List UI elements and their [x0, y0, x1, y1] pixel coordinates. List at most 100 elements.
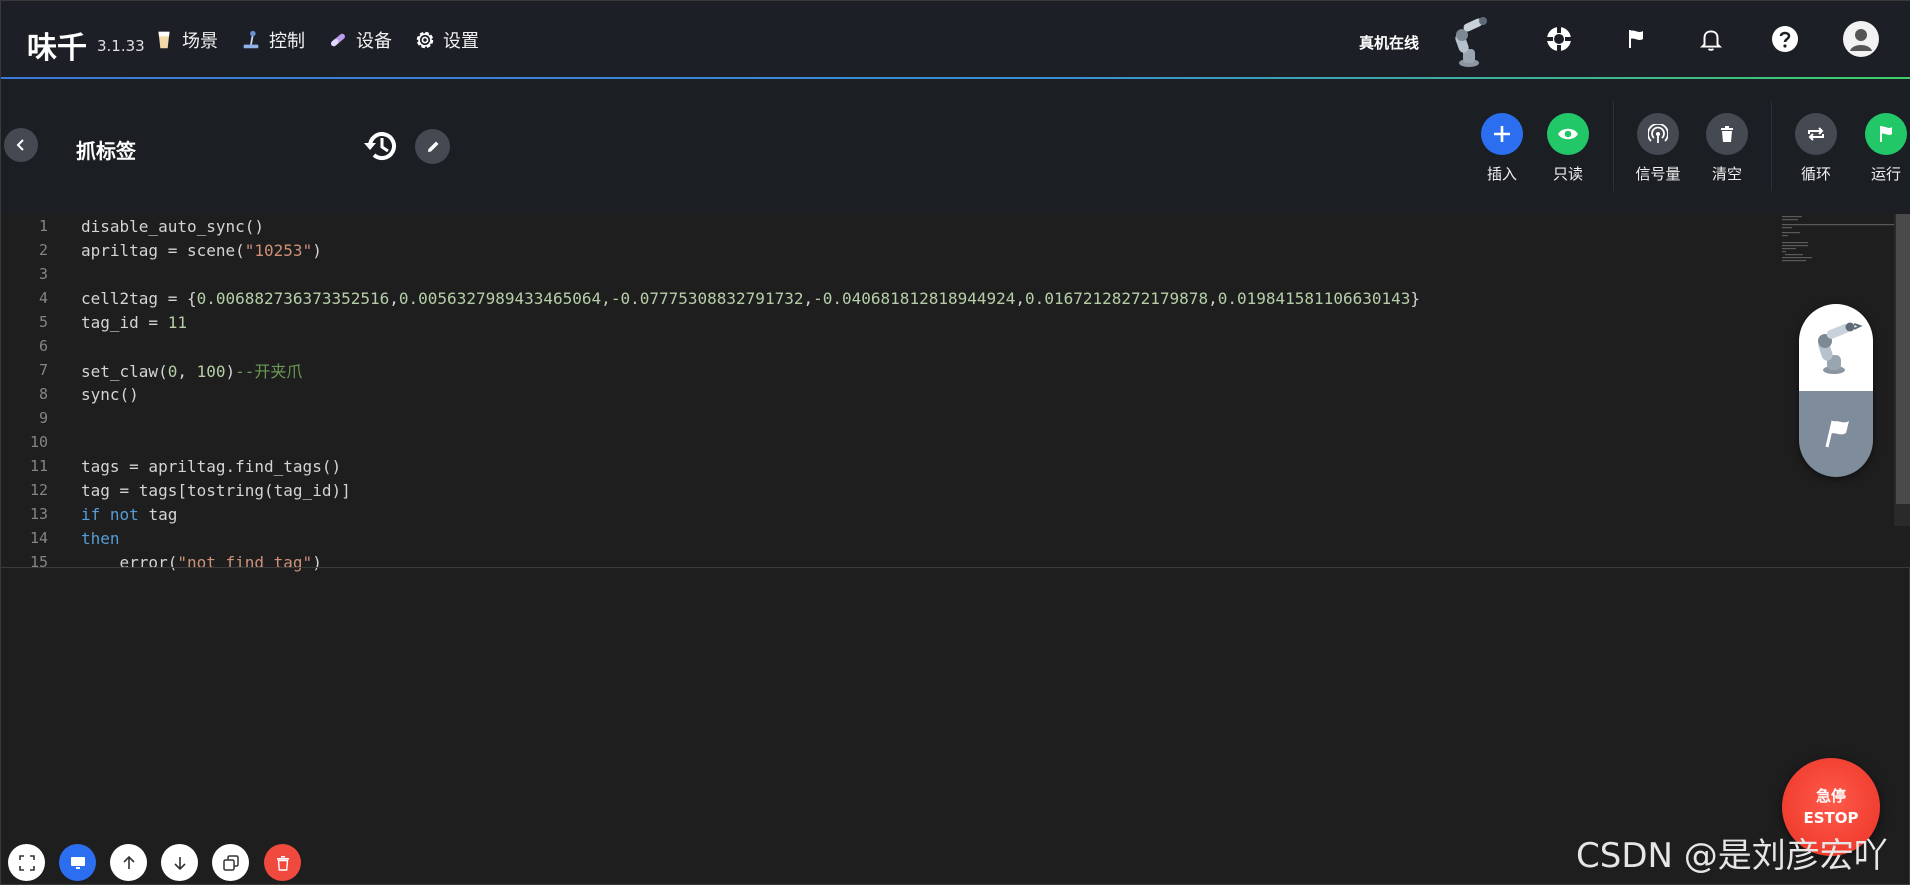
code-line: 11 tags = apriltag.find_tags() [1, 454, 1761, 478]
code-line: 15 error("not find tag") [1, 550, 1761, 574]
chevron-left-icon [16, 139, 24, 151]
back-button[interactable] [4, 128, 38, 162]
move-down-button[interactable] [161, 844, 198, 881]
watermark-text: CSDN @是刘彦宏吖 [1576, 836, 1888, 876]
question-icon [1772, 26, 1798, 52]
editor-scrollbar-thumb[interactable] [1896, 214, 1910, 504]
code-text[interactable]: error("not find tag") [81, 553, 322, 572]
run-label: 运行 [1870, 165, 1901, 183]
toolbar-divider [1771, 101, 1772, 191]
clear-label: 清空 [1711, 165, 1742, 183]
loop-label: 循环 [1800, 165, 1831, 183]
arrow-down-icon [173, 856, 186, 870]
line-number: 9 [38, 409, 48, 427]
device-icon [331, 33, 345, 47]
number-token: 0.006882736373352516 [196, 288, 390, 308]
flag-button[interactable] [1619, 23, 1651, 55]
code-line: 5 tag_id = 11 [1, 310, 1761, 334]
code-minimap[interactable] [1780, 214, 1895, 264]
code-token: tag [138, 504, 178, 524]
number-token: 0.019841581106630143 [1217, 288, 1411, 308]
expand-icon [18, 854, 35, 871]
number-token: 11 [167, 312, 187, 332]
floating-quick-panel [1799, 304, 1873, 477]
code-line: 1 disable_auto_sync() [1, 214, 1761, 238]
code-line: 13 if not tag [1, 502, 1761, 526]
clear-button[interactable]: 清空 [1697, 113, 1757, 184]
history-icon[interactable] [362, 126, 402, 166]
code-text[interactable]: then [81, 529, 120, 548]
line-number: 13 [29, 505, 48, 523]
signal-button[interactable]: 信号量 [1628, 113, 1688, 184]
run-button[interactable]: 运行 [1856, 113, 1910, 184]
help-center-button[interactable] [1543, 23, 1575, 55]
code-text[interactable]: sync() [81, 385, 139, 404]
nav-item-control[interactable]: 控制 [240, 27, 305, 53]
connection-status: 真机在线 [1359, 34, 1420, 52]
code-token: ) [312, 240, 322, 260]
rename-button[interactable] [415, 129, 450, 164]
comment-token: --开夹爪 [235, 362, 303, 381]
code-text[interactable]: tag_id = 11 [81, 313, 187, 332]
nav-label-control: 控制 [269, 31, 305, 52]
code-token: ) [312, 552, 322, 572]
code-line: 14 then [1, 526, 1761, 550]
nav-item-settings[interactable]: 设置 [414, 27, 479, 53]
code-line: 2 apriltag = scene("10253") [1, 238, 1761, 262]
code-token: disable_auto_sync() [81, 216, 265, 236]
loop-button[interactable]: 循环 [1786, 113, 1846, 184]
line-number: 7 [38, 361, 48, 379]
code-text[interactable]: apriltag = scene("10253") [81, 241, 322, 260]
move-up-button[interactable] [110, 844, 147, 881]
insert-label: 插入 [1486, 165, 1517, 183]
line-number: 11 [29, 457, 48, 475]
code-text[interactable]: tag = tags[tostring(tag_id)] [81, 481, 351, 500]
robot-arm-icon[interactable] [1449, 15, 1495, 69]
delete-button[interactable] [264, 844, 301, 881]
trash-icon [1706, 113, 1748, 155]
code-token: cell2tag = { [81, 288, 197, 308]
nav-item-device[interactable]: 设备 [327, 27, 392, 53]
code-text[interactable]: tags = apriltag.find_tags() [81, 457, 341, 476]
arrow-up-icon [122, 855, 135, 869]
help-button[interactable] [1769, 23, 1801, 55]
plus-icon [1481, 113, 1523, 155]
number-token: 0.005632798943346506 [398, 288, 592, 308]
line-number: 10 [29, 433, 48, 451]
fullscreen-button[interactable] [8, 844, 45, 881]
app-logo[interactable]: 味千 [27, 23, 87, 67]
readonly-button[interactable]: 只读 [1538, 113, 1598, 184]
nav-item-scene[interactable]: 场景 [153, 27, 218, 53]
code-text[interactable]: cell2tag = {0.006882736373352516, 0.00563… [81, 289, 1420, 308]
line-number: 14 [29, 529, 48, 547]
code-editor[interactable]: 1 disable_auto_sync() 2 apriltag = scene… [1, 214, 1910, 572]
keyword-token: then [81, 528, 120, 548]
run-flag-button[interactable] [1799, 391, 1873, 477]
number-token: 4, [591, 288, 611, 308]
number-token: 0.01672128272179878 [1025, 288, 1209, 308]
code-token: ) [225, 362, 236, 381]
number-token: 100 [196, 362, 226, 381]
code-token: , [1015, 288, 1026, 308]
insert-button[interactable]: 插入 [1472, 113, 1532, 184]
robot-view-button[interactable] [1799, 304, 1873, 391]
app-version: 3.1.33 [97, 37, 145, 55]
code-token: tag_id = [81, 312, 168, 332]
code-text[interactable]: disable_auto_sync() [81, 217, 264, 236]
display-button[interactable] [59, 844, 96, 881]
line-number: 1 [38, 217, 48, 235]
code-line: 3 [1, 262, 1761, 286]
nav-label-device: 设备 [356, 31, 392, 52]
code-text[interactable]: set_claw(0, 100)--开夹爪 [81, 358, 302, 382]
code-text[interactable]: if not tag [81, 505, 177, 524]
robot-arm-icon [1818, 322, 1863, 374]
loop-icon [1795, 113, 1837, 155]
copy-button[interactable] [212, 844, 249, 881]
toolbar-divider [1613, 101, 1614, 191]
user-menu-button[interactable] [1843, 21, 1879, 57]
notifications-button[interactable] [1695, 23, 1727, 55]
estop-label-cn: 急停 [1815, 787, 1846, 805]
nav-label-settings: 设置 [443, 31, 479, 52]
code-token: sync() [81, 384, 139, 404]
